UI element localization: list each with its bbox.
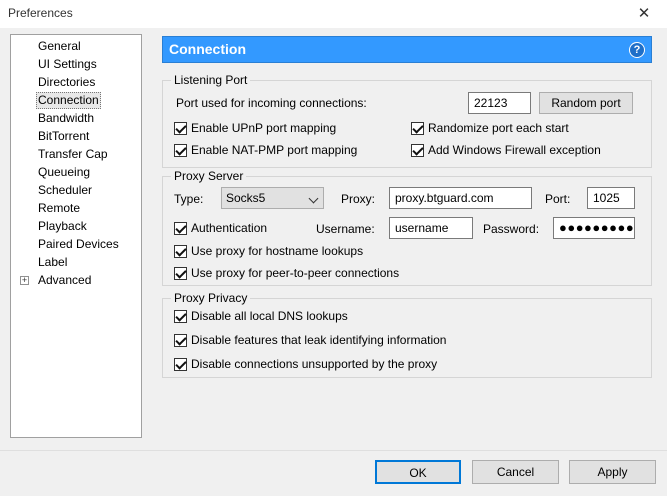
password-input[interactable]: ●●●●●●●●●● [553, 217, 635, 239]
checkbox-checked-icon [174, 122, 187, 135]
tree-item-label[interactable]: Label [36, 254, 69, 271]
tree-item-ui-settings[interactable]: UI Settings [36, 56, 99, 73]
proxy-type-select[interactable]: Socks5 [221, 187, 324, 209]
listening-port-title: Listening Port [171, 73, 251, 87]
nat-pmp-label: Enable NAT-PMP port mapping [191, 143, 358, 157]
expand-plus-icon[interactable]: + [20, 276, 29, 285]
leak-features-label: Disable features that leak identifying i… [191, 333, 447, 347]
apply-button[interactable]: Apply [569, 460, 656, 484]
proxy-privacy-title: Proxy Privacy [171, 291, 251, 305]
hostname-lookups-label: Use proxy for hostname lookups [191, 244, 364, 258]
firewall-label: Add Windows Firewall exception [428, 143, 601, 157]
tree-item-scheduler[interactable]: Scheduler [36, 182, 94, 199]
ok-button[interactable]: OK [375, 460, 461, 484]
dns-lookups-label: Disable all local DNS lookups [191, 309, 348, 323]
tree-item-bandwidth[interactable]: Bandwidth [36, 110, 96, 127]
upnp-label: Enable UPnP port mapping [191, 121, 337, 135]
authentication-label: Authentication [191, 221, 268, 235]
proxy-server-title: Proxy Server [171, 169, 247, 183]
proxy-type-value: Socks5 [226, 191, 266, 205]
section-header: Connection ? [162, 36, 652, 63]
tree-item-remote[interactable]: Remote [36, 200, 82, 217]
checkbox-checked-icon [174, 144, 187, 157]
tree-item-connection[interactable]: Connection [36, 92, 101, 109]
incoming-port-label: Port used for incoming connections: [176, 96, 367, 110]
tree-item-bittorrent[interactable]: BitTorrent [36, 128, 91, 145]
checkbox-checked-icon [174, 310, 187, 323]
proxy-server-group: Proxy Server Type: Socks5 Proxy: proxy.b… [162, 169, 652, 286]
tree-item-playback[interactable]: Playback [36, 218, 89, 235]
window-title: Preferences [8, 6, 73, 20]
tree-item-advanced[interactable]: Advanced [36, 272, 93, 289]
section-title: Connection [169, 41, 246, 57]
checkbox-checked-icon [174, 358, 187, 371]
randomize-port-label: Randomize port each start [428, 121, 569, 135]
cancel-button[interactable]: Cancel [472, 460, 559, 484]
tree-item-general[interactable]: General [36, 38, 83, 55]
username-input[interactable]: username [389, 217, 473, 239]
proxy-host-label: Proxy: [341, 192, 376, 206]
checkbox-checked-icon [174, 245, 187, 258]
random-port-button[interactable]: Random port [539, 92, 633, 114]
proxy-privacy-group: Proxy Privacy Disable all local DNS look… [162, 291, 652, 378]
proxy-port-input[interactable]: 1025 [587, 187, 635, 209]
title-bar: Preferences ✕ [0, 0, 667, 28]
help-icon[interactable]: ? [629, 42, 645, 58]
proxy-host-input[interactable]: proxy.btguard.com [389, 187, 532, 209]
incoming-port-input[interactable]: 22123 [468, 92, 531, 114]
close-icon[interactable]: ✕ [621, 0, 667, 28]
preferences-tree[interactable]: General UI Settings Directories Connecti… [10, 34, 142, 438]
proxy-type-label: Type: [174, 192, 204, 206]
tree-item-directories[interactable]: Directories [36, 74, 97, 91]
tree-item-transfer-cap[interactable]: Transfer Cap [36, 146, 110, 163]
checkbox-checked-icon [174, 334, 187, 347]
unsupported-connections-label: Disable connections unsupported by the p… [191, 357, 438, 371]
dialog-footer: OK Cancel Apply [0, 450, 667, 496]
tree-item-queueing[interactable]: Queueing [36, 164, 92, 181]
username-label: Username: [316, 222, 375, 236]
proxy-port-label: Port: [545, 192, 571, 206]
checkbox-checked-icon [411, 144, 424, 157]
listening-port-group: Listening Port Port used for incoming co… [162, 73, 652, 168]
tree-item-paired-devices[interactable]: Paired Devices [36, 236, 121, 253]
p2p-proxy-label: Use proxy for peer-to-peer connections [191, 266, 400, 280]
checkbox-checked-icon [174, 222, 187, 235]
checkbox-checked-icon [411, 122, 424, 135]
password-label: Password: [483, 222, 540, 236]
chevron-down-icon [308, 193, 319, 204]
checkbox-checked-icon [174, 267, 187, 280]
